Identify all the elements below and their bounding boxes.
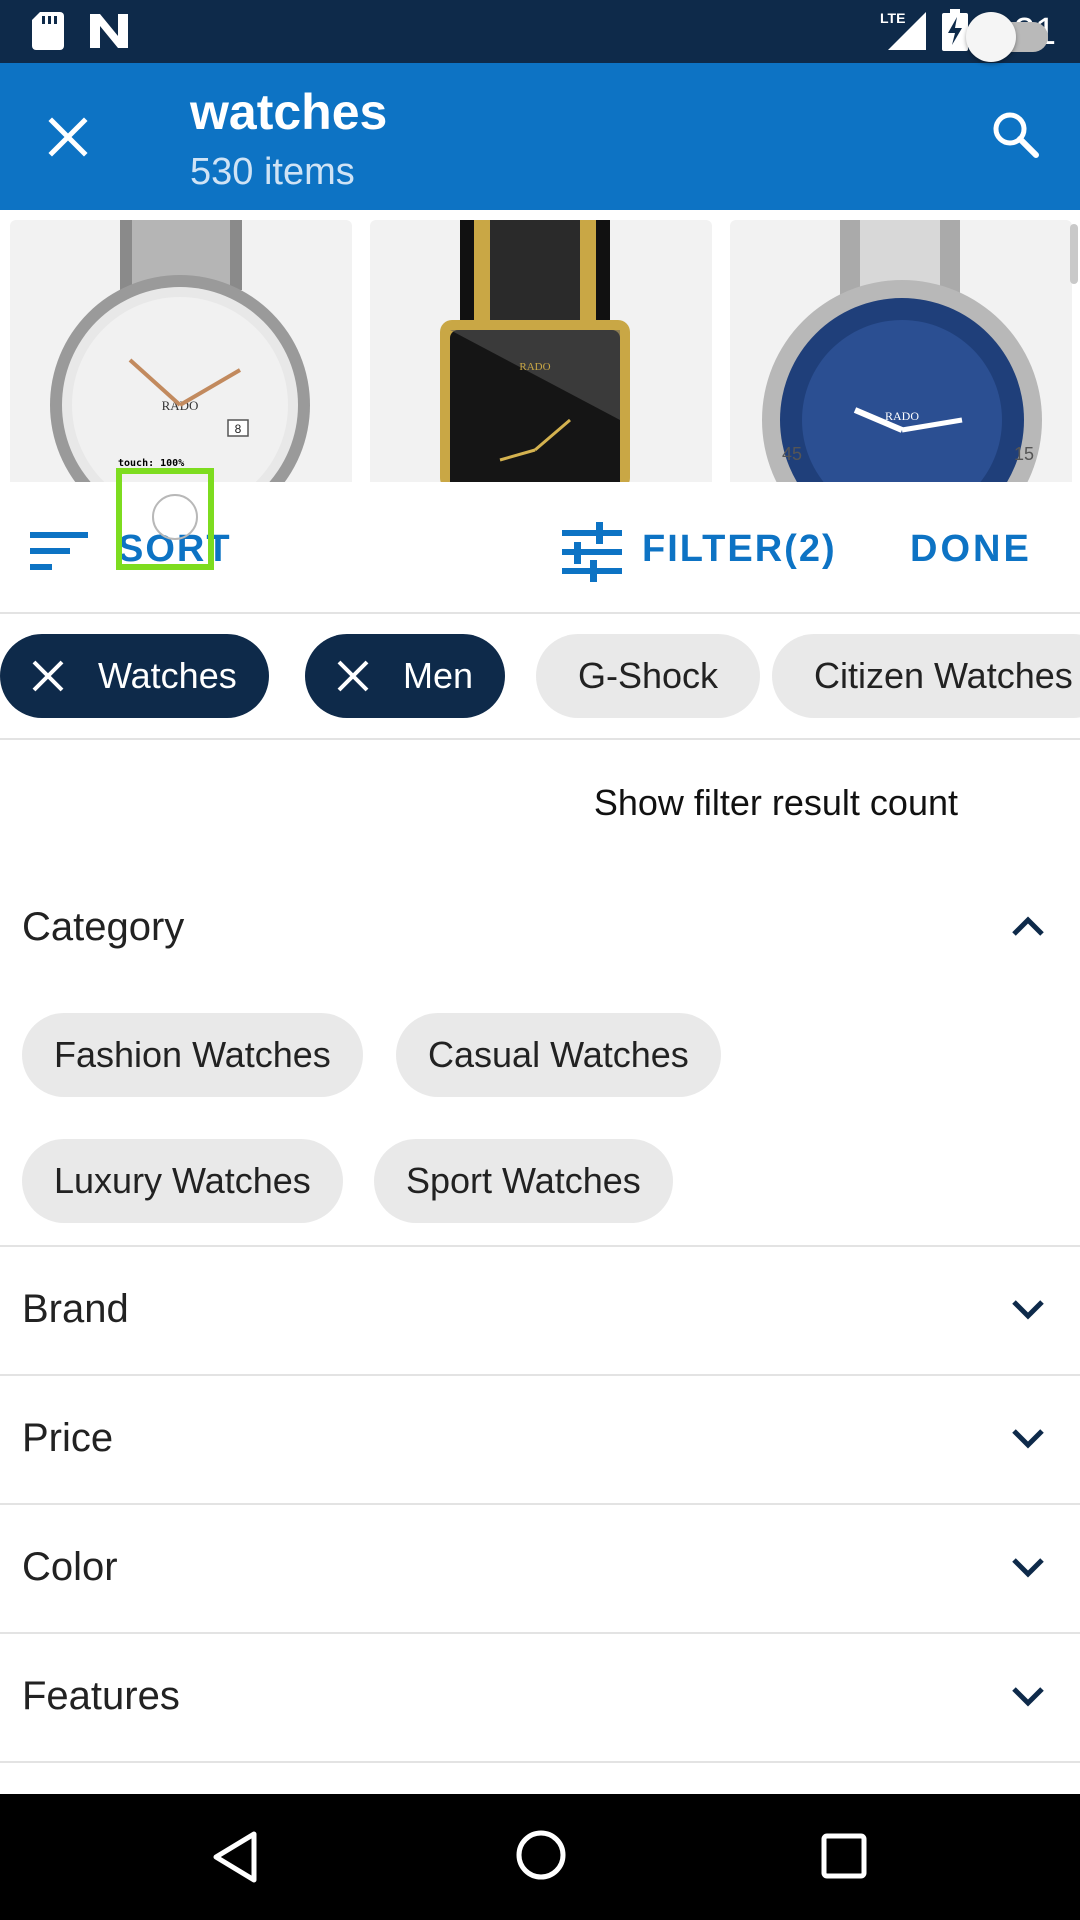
divider	[0, 1503, 1080, 1505]
status-bar: LTE 3:21	[0, 0, 1080, 63]
watch-image: RADO	[440, 220, 630, 482]
remove-filter-icon[interactable]	[335, 658, 371, 694]
done-button[interactable]: DONE	[910, 528, 1032, 571]
chevron-down-icon[interactable]	[1010, 1298, 1046, 1327]
category-option-chip[interactable]: Casual Watches	[396, 1013, 721, 1097]
filter-icon[interactable]	[560, 522, 624, 587]
search-icon[interactable]	[988, 107, 1044, 168]
product-card[interactable]: RADO 45 15	[730, 220, 1072, 482]
section-title-color[interactable]: Color	[22, 1545, 118, 1590]
toggle-label: Show filter result count	[593, 782, 958, 823]
product-card[interactable]: RADO 8	[10, 220, 352, 482]
divider	[0, 1245, 1080, 1247]
chip-label: G-Shock	[578, 655, 719, 696]
category-option-chip[interactable]: Luxury Watches	[22, 1139, 343, 1223]
category-title[interactable]: Category	[22, 905, 184, 950]
divider	[0, 1761, 1080, 1763]
active-filter-chip[interactable]: Watches	[0, 634, 269, 718]
toggle-knob[interactable]	[966, 12, 1016, 62]
divider	[0, 1632, 1080, 1634]
divider	[0, 1374, 1080, 1376]
signal-icon: LTE	[880, 8, 928, 57]
remove-filter-icon[interactable]	[30, 658, 66, 694]
filter-count-toggle-row: Show filter result count	[0, 770, 1080, 840]
sd-card-icon	[32, 12, 64, 55]
section-title-price[interactable]: Price	[22, 1416, 113, 1461]
watch-image: RADO 8	[50, 220, 310, 482]
chevron-up-icon[interactable]	[1010, 914, 1046, 943]
category-option-chip[interactable]: Fashion Watches	[22, 1013, 363, 1097]
suggested-filter-chip[interactable]: Citizen Watches	[772, 634, 1080, 718]
active-filter-chip[interactable]: Men	[305, 634, 506, 718]
chevron-down-icon[interactable]	[1010, 1685, 1046, 1714]
n-logo-icon	[88, 12, 130, 55]
app-bar: watches 530 items	[0, 63, 1080, 210]
svg-text:45: 45	[782, 444, 802, 464]
watch-image: RADO 45 15	[762, 220, 1042, 482]
svg-text:8: 8	[235, 422, 242, 436]
filter-button[interactable]: FILTER(2)	[642, 528, 837, 571]
svg-text:15: 15	[1014, 444, 1034, 464]
product-card[interactable]: RADO	[370, 220, 712, 482]
carousel-scrollbar[interactable]	[1070, 224, 1078, 284]
chevron-down-icon[interactable]	[1010, 1556, 1046, 1585]
battery-charging-icon	[942, 9, 969, 56]
close-icon[interactable]	[44, 113, 92, 166]
page-title: watches	[190, 84, 388, 140]
chip-label: Citizen Watches	[814, 655, 1073, 696]
home-icon[interactable]	[514, 1828, 568, 1887]
section-title-features[interactable]: Features	[22, 1674, 180, 1719]
suggested-filter-chip[interactable]: G-Shock	[536, 634, 761, 718]
chip-label: Watches	[98, 655, 237, 696]
filter-chips-row[interactable]: Watches Men G-Shock Citizen Watches	[0, 612, 1080, 740]
svg-text:RADO: RADO	[885, 409, 919, 423]
category-option-chip[interactable]: Sport Watches	[374, 1139, 673, 1223]
item-count: 530 items	[190, 151, 355, 193]
chip-label: Men	[403, 655, 474, 696]
svg-text:RADO: RADO	[162, 398, 199, 413]
sort-icon[interactable]	[28, 526, 92, 579]
back-icon[interactable]	[210, 1830, 260, 1889]
chevron-down-icon[interactable]	[1010, 1427, 1046, 1456]
product-carousel[interactable]: RADO 8 RADO RADO 45 15	[0, 210, 1080, 482]
system-nav-bar	[0, 1794, 1080, 1920]
touch-indicator-circle	[152, 494, 198, 540]
section-title-brand[interactable]: Brand	[22, 1287, 129, 1332]
svg-text:RADO: RADO	[519, 361, 550, 373]
recent-apps-icon[interactable]	[820, 1832, 868, 1885]
